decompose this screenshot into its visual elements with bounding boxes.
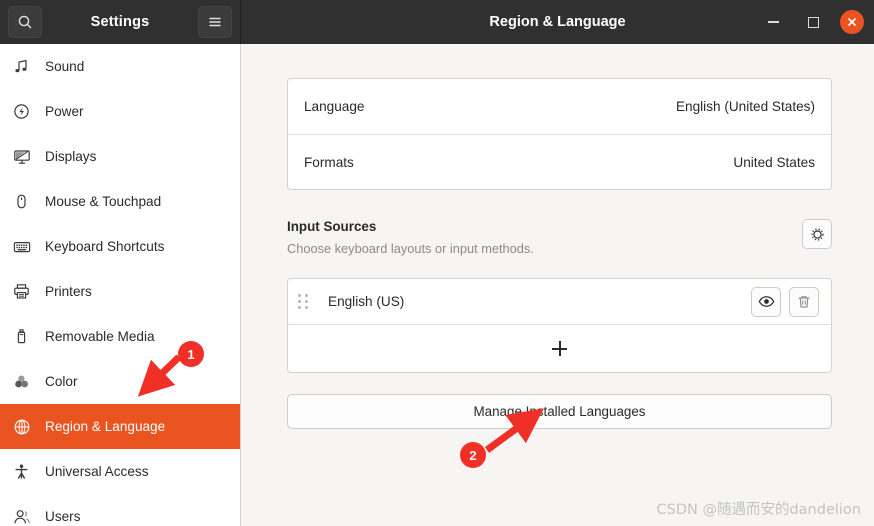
sidebar-item-label: Keyboard Shortcuts [45, 239, 165, 254]
input-sources-title: Input Sources [287, 219, 377, 234]
search-button[interactable] [8, 6, 42, 38]
manage-installed-languages-button[interactable]: Manage Installed Languages [287, 394, 832, 429]
hamburger-menu-icon [209, 17, 221, 27]
usb-drive-icon [12, 327, 31, 346]
trash-icon [798, 295, 810, 308]
sidebar-item-sound[interactable]: Sound [0, 44, 240, 89]
sidebar-item-power[interactable]: Power [0, 89, 240, 134]
close-button[interactable] [840, 10, 864, 34]
language-value: English (United States) [675, 99, 815, 114]
input-source-actions [751, 286, 819, 317]
music-note-icon [12, 57, 31, 76]
manage-installed-languages-label: Manage Installed Languages [473, 404, 646, 419]
gear-icon [810, 227, 824, 241]
mouse-icon [12, 192, 31, 211]
settings-window: Settings Region & Language Sound Power D… [0, 0, 874, 526]
language-row[interactable]: Language English (United States) [288, 79, 831, 134]
eye-icon [758, 296, 774, 307]
sidebar-item-color[interactable]: Color [0, 359, 240, 404]
globe-icon [12, 417, 31, 436]
sidebar-item-keyboard-shortcuts[interactable]: Keyboard Shortcuts [0, 224, 240, 269]
menu-button[interactable] [198, 6, 232, 38]
sidebar-item-label: Users [45, 509, 81, 524]
sidebar-item-label: Removable Media [45, 329, 155, 344]
drag-handle-icon[interactable] [298, 293, 310, 310]
users-icon [12, 507, 31, 526]
sidebar-item-label: Sound [45, 59, 85, 74]
keyboard-icon [12, 237, 31, 256]
sidebar-item-region-language[interactable]: Region & Language [0, 404, 240, 449]
language-card: Language English (United States) Formats… [287, 78, 832, 190]
formats-label: Formats [304, 154, 354, 170]
printer-icon [12, 282, 31, 301]
color-circles-icon [12, 372, 31, 391]
sidebar-item-label: Region & Language [45, 419, 166, 434]
sidebar-item-universal-access[interactable]: Universal Access [0, 449, 240, 494]
watermark: CSDN @随遇而安的dandelion [656, 502, 861, 518]
formats-value: United States [733, 154, 815, 170]
maximize-icon [807, 16, 819, 28]
annotation-marker-1: 1 [178, 341, 204, 367]
close-icon [848, 18, 856, 26]
power-icon [12, 102, 31, 121]
settings-sidebar[interactable]: Sound Power Displays Mouse & Touchpad Ke… [0, 44, 241, 526]
accessibility-icon [12, 462, 31, 481]
input-sources-card: English (US) [287, 278, 832, 373]
input-sources-options-button[interactable] [802, 219, 832, 249]
input-source-row[interactable]: English (US) [288, 279, 831, 324]
annotation-marker-2: 2 [460, 442, 486, 468]
remove-input-source-button[interactable] [789, 286, 819, 317]
sidebar-titlebar: Settings [0, 0, 241, 44]
add-input-source-button[interactable] [288, 324, 831, 372]
preview-layout-button[interactable] [751, 286, 781, 317]
input-sources-heading-group: Input Sources Choose keyboard layouts or… [287, 219, 534, 256]
monitor-icon [12, 147, 31, 166]
sidebar-item-displays[interactable]: Displays [0, 134, 240, 179]
sidebar-item-label: Mouse & Touchpad [45, 194, 162, 209]
sidebar-item-label: Displays [45, 149, 97, 164]
app-title: Settings [90, 14, 150, 30]
language-label: Language [304, 99, 365, 114]
input-sources-subtitle: Choose keyboard layouts or input methods… [287, 241, 534, 256]
formats-row[interactable]: Formats United States [288, 134, 831, 189]
main-content: Language English (United States) Formats… [241, 44, 874, 526]
minimize-button[interactable] [760, 9, 786, 35]
maximize-button[interactable] [800, 9, 826, 35]
input-source-name: English (US) [328, 294, 405, 309]
main-titlebar: Region & Language [241, 0, 874, 44]
sidebar-item-label: Power [45, 104, 84, 119]
search-icon [18, 15, 32, 29]
sidebar-item-label: Universal Access [45, 464, 149, 479]
input-sources-header: Input Sources Choose keyboard layouts or… [287, 219, 832, 256]
window-controls [760, 9, 864, 35]
plus-icon [552, 341, 567, 356]
sidebar-item-printers[interactable]: Printers [0, 269, 240, 314]
sidebar-item-removable-media[interactable]: Removable Media [0, 314, 240, 359]
minimize-icon [767, 21, 779, 23]
sidebar-item-label: Color [45, 374, 78, 389]
sidebar-item-users[interactable]: Users [0, 494, 240, 526]
sidebar-item-mouse-touchpad[interactable]: Mouse & Touchpad [0, 179, 240, 224]
sidebar-item-label: Printers [45, 284, 92, 299]
